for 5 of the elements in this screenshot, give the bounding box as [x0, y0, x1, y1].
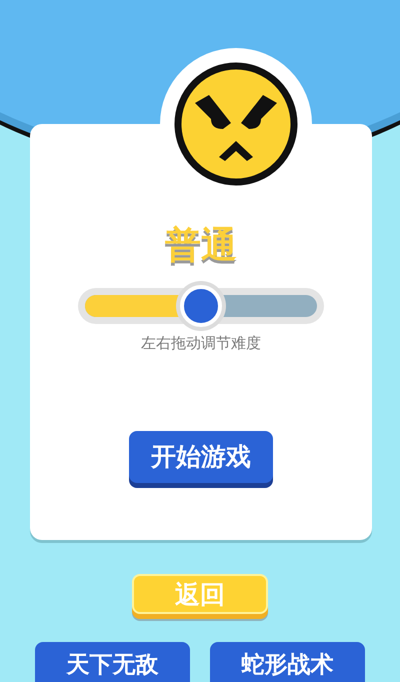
mode-button[interactable]: 天下无敌: [35, 642, 190, 682]
start-game-button[interactable]: 开始游戏: [129, 430, 273, 482]
angry-face-icon: [173, 61, 299, 187]
hint-text: 左右拖动调节难度: [141, 333, 261, 354]
mode-button[interactable]: 蛇形战术: [210, 642, 365, 682]
